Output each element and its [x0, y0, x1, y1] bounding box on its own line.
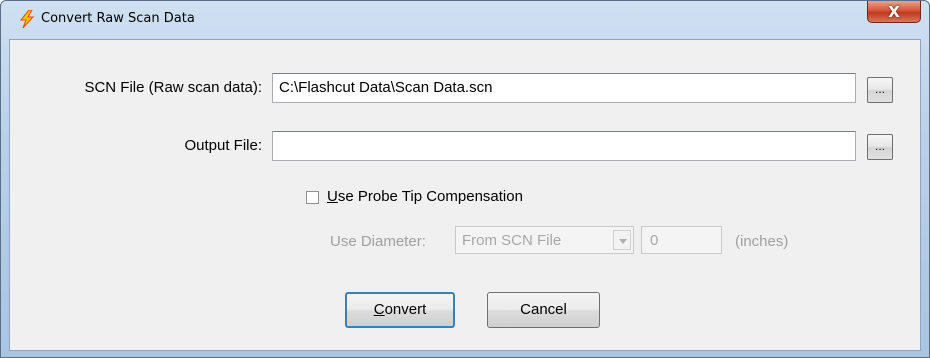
diameter-value-input[interactable]: 0 [641, 226, 722, 254]
probe-tip-label-text: se Probe Tip Compensation [337, 188, 523, 205]
chevron-down-icon[interactable] [613, 230, 631, 250]
probe-tip-checkbox-label[interactable]: Use Probe Tip Compensation [327, 188, 523, 206]
probe-tip-checkbox[interactable] [306, 191, 319, 204]
output-file-input[interactable] [272, 131, 856, 161]
convert-mnemonic: C [373, 301, 385, 318]
convert-button[interactable]: Convert [345, 292, 455, 328]
lightning-bolt-icon [19, 9, 35, 29]
use-diameter-label: Use Diameter: [330, 233, 426, 250]
diameter-unit-label: (inches) [735, 233, 789, 250]
close-button[interactable]: X [867, 1, 921, 23]
diameter-value: 0 [650, 232, 659, 249]
title-bar[interactable]: Convert Raw Scan Data X [1, 1, 929, 37]
output-browse-button[interactable]: ... [867, 134, 893, 160]
convert-label-text: onvert [384, 301, 427, 318]
window-title: Convert Raw Scan Data [41, 11, 195, 26]
scn-browse-button[interactable]: ... [867, 77, 893, 103]
dialog-window: Convert Raw Scan Data X SCN File (Raw sc… [0, 0, 930, 358]
diameter-source-select[interactable]: From SCN File [455, 226, 634, 254]
probe-tip-mnemonic: U [327, 188, 338, 205]
diameter-source-value: From SCN File [462, 232, 562, 249]
close-icon: X [888, 2, 900, 21]
cancel-button[interactable]: Cancel [487, 292, 600, 328]
scn-file-input[interactable]: C:\Flashcut Data\Scan Data.scn [272, 73, 856, 103]
scn-file-label: SCN File (Raw scan data): [84, 79, 262, 96]
output-file-label: Output File: [184, 137, 262, 154]
dialog-body: SCN File (Raw scan data): C:\Flashcut Da… [9, 39, 921, 351]
